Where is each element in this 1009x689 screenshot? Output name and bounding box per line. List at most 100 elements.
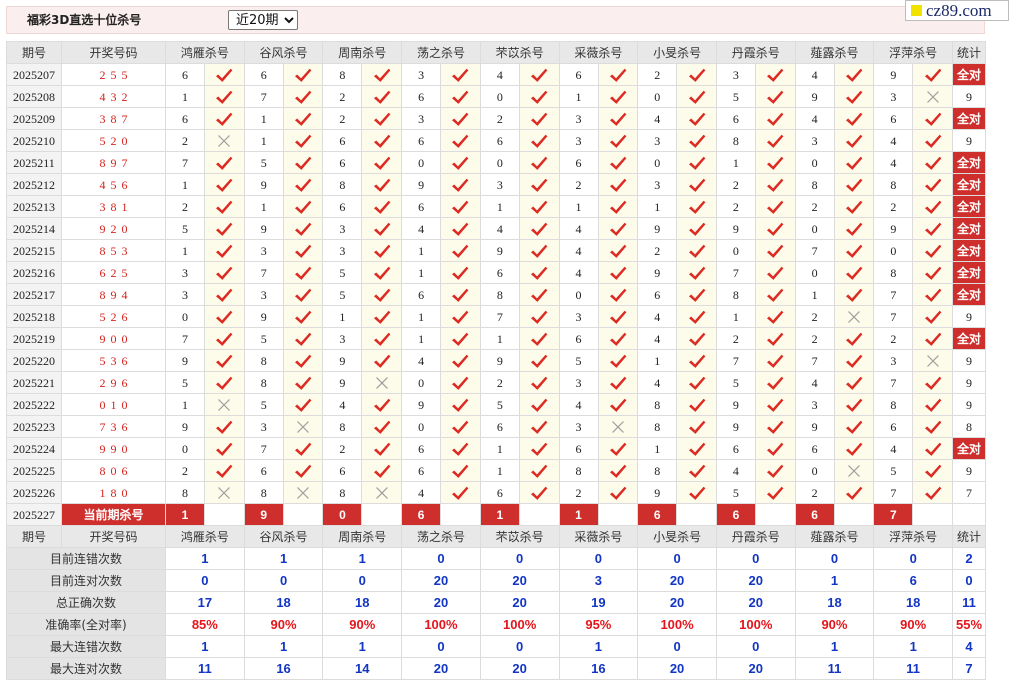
hit-mark-cell: [518, 327, 560, 350]
kill-number-cell: 8: [322, 481, 363, 504]
check-icon: [767, 376, 784, 390]
check-icon: [531, 486, 548, 500]
kill-number-cell: 4: [558, 261, 599, 284]
kill-number-cell: 9: [322, 371, 363, 394]
hit-mark-cell: [518, 305, 560, 328]
stat-cell: 9: [952, 85, 987, 108]
draw-number-cell: 296: [61, 371, 166, 394]
kill-number-cell: 9: [794, 85, 835, 108]
hit-mark-cell: [833, 151, 875, 174]
issue-cell: 2025225: [6, 459, 62, 482]
title-bar: 福彩3D直选十位杀号 近20期: [6, 6, 985, 34]
kill-number-cell: 2: [479, 107, 520, 130]
draw-number-cell: 853: [61, 239, 166, 262]
draw-row: 2025212 456 1 9 8 9 3 2 3 2 8 8 全对: [6, 173, 987, 196]
kill-number-cell: 9: [165, 415, 205, 438]
check-icon: [295, 68, 312, 82]
kill-number-cell: 7: [479, 305, 520, 328]
hit-mark-cell: [440, 437, 481, 460]
hit-mark-cell: [754, 283, 796, 306]
site-logo[interactable]: cz89.com: [905, 0, 1009, 21]
draw-number-cell: 456: [61, 173, 166, 196]
kill-number-cell: 4: [794, 107, 835, 130]
kill-number-cell: 3: [794, 393, 835, 416]
kill-number-cell: 4: [401, 349, 442, 372]
hit-mark-cell: [361, 283, 403, 306]
hit-mark-cell: [754, 239, 796, 262]
hit-mark-cell: [282, 261, 324, 284]
kill-number-cell: 8: [715, 129, 756, 152]
check-icon: [452, 464, 469, 478]
stats-value: 100%: [637, 613, 717, 636]
hit-mark-cell: [754, 173, 796, 196]
draw-row: 2025208 432 1 7 2 6 0 1 0 5 9 3 9: [6, 85, 987, 108]
stats-value: 1: [322, 635, 403, 658]
hit-mark-cell: [440, 129, 481, 152]
stats-value: 0: [479, 547, 560, 570]
kill-number-cell: 6: [401, 437, 442, 460]
miss-mark-cell: [912, 85, 954, 108]
kill-number-cell: 4: [637, 327, 678, 350]
hit-mark-cell: [833, 173, 875, 196]
hit-mark-cell: [676, 173, 717, 196]
check-icon: [216, 222, 233, 236]
issue-cell: 2025212: [6, 173, 62, 196]
check-icon: [295, 222, 312, 236]
kill-number-cell: 7: [715, 349, 756, 372]
stats-value: 100%: [401, 613, 481, 636]
kill-number-cell: 6: [637, 283, 678, 306]
check-icon: [531, 68, 548, 82]
stats-value: 20: [637, 591, 717, 614]
hit-mark-cell: [597, 371, 639, 394]
hit-mark-cell: [912, 151, 954, 174]
hit-mark-cell: [204, 151, 245, 174]
check-icon: [688, 200, 705, 214]
check-icon: [688, 310, 705, 324]
kill-number-cell: 5: [715, 371, 756, 394]
hit-mark-cell: [676, 107, 717, 130]
stats-value: 0: [401, 547, 481, 570]
kill-number-cell: 0: [794, 261, 835, 284]
current-stat-cell: [952, 503, 987, 526]
draw-number-cell: 900: [61, 327, 166, 350]
check-icon: [924, 200, 942, 214]
stats-row: 准确率(全对率) 85% 90% 90% 100% 100% 95% 100% 100% 90% 9…: [6, 613, 987, 636]
check-icon: [452, 266, 469, 280]
kill-number-cell: 8: [873, 261, 914, 284]
issue-cell: 2025217: [6, 283, 62, 306]
period-select[interactable]: 近20期: [228, 10, 298, 30]
stats-value: 1: [794, 569, 875, 592]
check-icon: [924, 376, 942, 390]
kill-number-cell: 5: [479, 393, 520, 416]
kill-number-cell: 6: [479, 129, 520, 152]
stats-value: 1: [165, 547, 245, 570]
stats-value: 18: [322, 591, 403, 614]
current-mark-cell: [518, 503, 560, 526]
check-icon: [688, 464, 705, 478]
current-kill-number: 1: [165, 503, 205, 526]
hit-mark-cell: [833, 195, 875, 218]
check-icon: [531, 156, 548, 170]
check-icon: [452, 68, 469, 82]
hit-mark-cell: [440, 85, 481, 108]
hit-mark-cell: [204, 327, 245, 350]
hit-mark-cell: [597, 283, 639, 306]
kill-number-cell: 4: [873, 129, 914, 152]
draw-number-cell: 736: [61, 415, 166, 438]
hit-mark-cell: [676, 261, 717, 284]
miss-mark-cell: [282, 481, 324, 504]
kill-number-cell: 3: [558, 371, 599, 394]
check-icon: [767, 486, 784, 500]
hit-mark-cell: [440, 305, 481, 328]
stats-row: 最大连对次数 11 16 14 20 20 16 20 20 11 11 7: [6, 657, 987, 680]
check-icon: [373, 244, 391, 258]
hit-mark-cell: [833, 437, 875, 460]
check-icon: [452, 222, 469, 236]
check-icon: [767, 68, 784, 82]
draw-number-cell: 625: [61, 261, 166, 284]
issue-cell: 2025211: [6, 151, 62, 174]
draw-number-cell: 897: [61, 151, 166, 174]
check-icon: [531, 420, 548, 434]
check-icon: [295, 90, 312, 104]
stats-value: 90%: [794, 613, 875, 636]
